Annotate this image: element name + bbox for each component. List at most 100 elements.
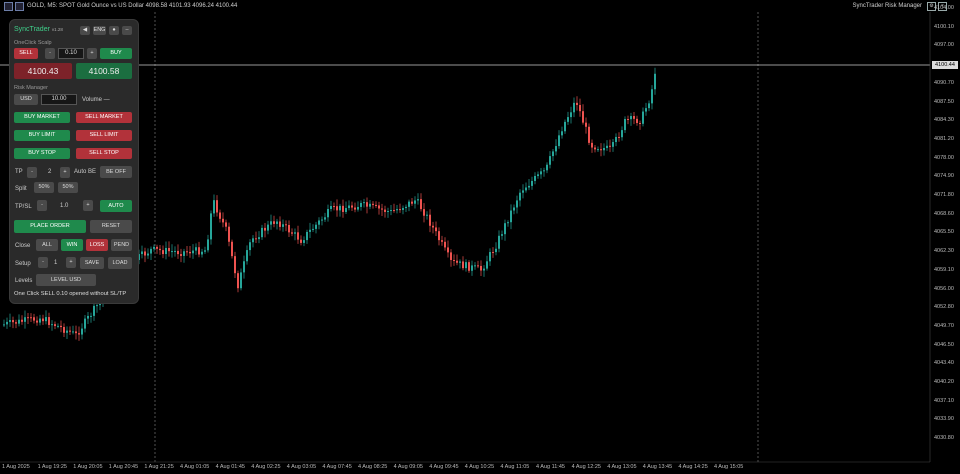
candle-body bbox=[504, 223, 506, 235]
candle-body bbox=[528, 185, 530, 188]
time-tick-label: 4 Aug 10:25 bbox=[464, 464, 495, 470]
candle-body bbox=[171, 251, 173, 253]
candle-body bbox=[582, 111, 584, 123]
oneclick-sell-button[interactable]: SELL bbox=[14, 48, 38, 59]
candle-body bbox=[291, 232, 293, 234]
time-tick-label: 4 Aug 02:25 bbox=[251, 464, 281, 470]
candle-body bbox=[51, 324, 53, 326]
sell-stop-button[interactable]: SELL STOP bbox=[76, 148, 132, 159]
candle-body bbox=[579, 105, 581, 112]
time-tick-label: 4 Aug 13:45 bbox=[642, 464, 673, 470]
candle-body bbox=[600, 149, 602, 151]
price-tick-label: 4068.60 bbox=[934, 210, 954, 217]
candle-body bbox=[339, 205, 341, 211]
bid-price[interactable]: 4100.43 bbox=[14, 63, 72, 79]
candle-body bbox=[243, 261, 245, 273]
close-all-button[interactable]: ALL bbox=[36, 239, 58, 251]
candle-body bbox=[555, 146, 557, 152]
split-1-button[interactable]: 50% bbox=[34, 182, 54, 193]
time-tick-label: 4 Aug 13:05 bbox=[607, 464, 637, 470]
candle-body bbox=[195, 247, 197, 251]
price-tick-label: 4081.20 bbox=[934, 135, 954, 142]
place-order-button[interactable]: PLACE ORDER bbox=[14, 220, 86, 233]
tpsl-minus-button[interactable]: - bbox=[37, 200, 47, 211]
sell-limit-button[interactable]: SELL LIMIT bbox=[76, 130, 132, 141]
time-axis: 1 Aug 2025 1 Aug 19:25 1 Aug 20:05 1 Aug 20… bbox=[0, 462, 930, 474]
lot-input[interactable]: 0.10 bbox=[58, 48, 84, 59]
currency-select[interactable]: USD bbox=[14, 94, 38, 105]
candle-body bbox=[306, 231, 308, 241]
candle-body bbox=[540, 171, 542, 175]
candle-body bbox=[342, 205, 344, 212]
candle-body bbox=[264, 227, 266, 231]
candle-body bbox=[648, 103, 650, 109]
be-off-button[interactable]: BE OFF bbox=[100, 166, 132, 178]
candle-body bbox=[174, 250, 176, 252]
candle-body bbox=[387, 211, 389, 213]
close-loss-button[interactable]: LOSS bbox=[86, 239, 108, 251]
load-button[interactable]: LOAD bbox=[108, 257, 132, 269]
synctrader-panel: SyncTrader v1.28 ◀ ENG ● – OneClick Scalp… bbox=[9, 19, 139, 304]
candle-body bbox=[180, 254, 182, 256]
minimize-button[interactable]: – bbox=[122, 26, 132, 35]
candle-body bbox=[636, 118, 638, 123]
candle-body bbox=[627, 118, 629, 120]
candle-body bbox=[432, 225, 434, 228]
collapse-button[interactable]: ◀ bbox=[80, 26, 90, 35]
buy-limit-button[interactable]: BUY LIMIT bbox=[14, 130, 70, 141]
candle-body bbox=[465, 262, 467, 269]
risk-value-input[interactable]: 10.00 bbox=[41, 94, 77, 105]
candle-body bbox=[384, 209, 386, 212]
time-tick-label: 4 Aug 08:25 bbox=[358, 464, 388, 470]
auto-button[interactable]: AUTO bbox=[100, 200, 132, 212]
candle-body bbox=[3, 324, 5, 326]
ask-price[interactable]: 4100.58 bbox=[76, 63, 132, 79]
tp-value[interactable]: 2 bbox=[48, 169, 51, 175]
candle-body bbox=[561, 131, 563, 136]
candle-body bbox=[468, 262, 470, 271]
candle-body bbox=[510, 210, 512, 223]
tp-plus-button[interactable]: + bbox=[60, 167, 70, 178]
candle-body bbox=[390, 210, 392, 212]
candle-body bbox=[576, 102, 578, 106]
setup-plus-button[interactable]: + bbox=[66, 257, 76, 268]
reset-button[interactable]: RESET bbox=[90, 220, 132, 233]
sell-market-button[interactable]: SELL MARKET bbox=[76, 112, 132, 123]
save-button[interactable]: SAVE bbox=[80, 257, 104, 269]
candle-body bbox=[312, 228, 314, 230]
candle-body bbox=[72, 331, 74, 333]
setup-value[interactable]: 1 bbox=[54, 260, 57, 266]
lot-minus-button[interactable]: - bbox=[45, 48, 55, 59]
tpsl-value[interactable]: 1.0 bbox=[60, 203, 68, 209]
candle-body bbox=[261, 227, 263, 238]
split-2-button[interactable]: 50% bbox=[58, 182, 78, 193]
candle-body bbox=[297, 232, 299, 240]
level-usd-button[interactable]: LEVEL USD bbox=[36, 274, 96, 286]
buy-stop-button[interactable]: BUY STOP bbox=[14, 148, 70, 159]
lot-plus-button[interactable]: + bbox=[87, 48, 97, 59]
candle-body bbox=[168, 247, 170, 252]
tp-minus-button[interactable]: - bbox=[27, 167, 37, 178]
language-button[interactable]: ENG bbox=[93, 26, 106, 35]
candle-body bbox=[516, 200, 518, 208]
candle-body bbox=[558, 135, 560, 147]
close-label: Close bbox=[15, 243, 31, 249]
price-tick-label: 4040.20 bbox=[934, 379, 954, 385]
tp-label: TP bbox=[15, 169, 23, 175]
tpsl-plus-button[interactable]: + bbox=[83, 200, 93, 211]
oneclick-buy-button[interactable]: BUY bbox=[100, 48, 132, 59]
candle-body bbox=[591, 142, 593, 148]
price-chart[interactable] bbox=[0, 0, 960, 474]
buy-market-button[interactable]: BUY MARKET bbox=[14, 112, 70, 123]
close-win-button[interactable]: WIN bbox=[61, 239, 83, 251]
candle-body bbox=[546, 164, 548, 171]
candle-body bbox=[177, 250, 179, 255]
candle-body bbox=[471, 265, 473, 271]
candle-body bbox=[327, 209, 329, 218]
time-tick-label: 4 Aug 01:05 bbox=[180, 464, 210, 470]
theme-toggle-icon[interactable]: ● bbox=[109, 26, 119, 35]
candle-body bbox=[498, 235, 500, 249]
candle-body bbox=[60, 325, 62, 328]
setup-minus-button[interactable]: - bbox=[38, 257, 48, 268]
close-pending-button[interactable]: PEND bbox=[111, 239, 132, 251]
